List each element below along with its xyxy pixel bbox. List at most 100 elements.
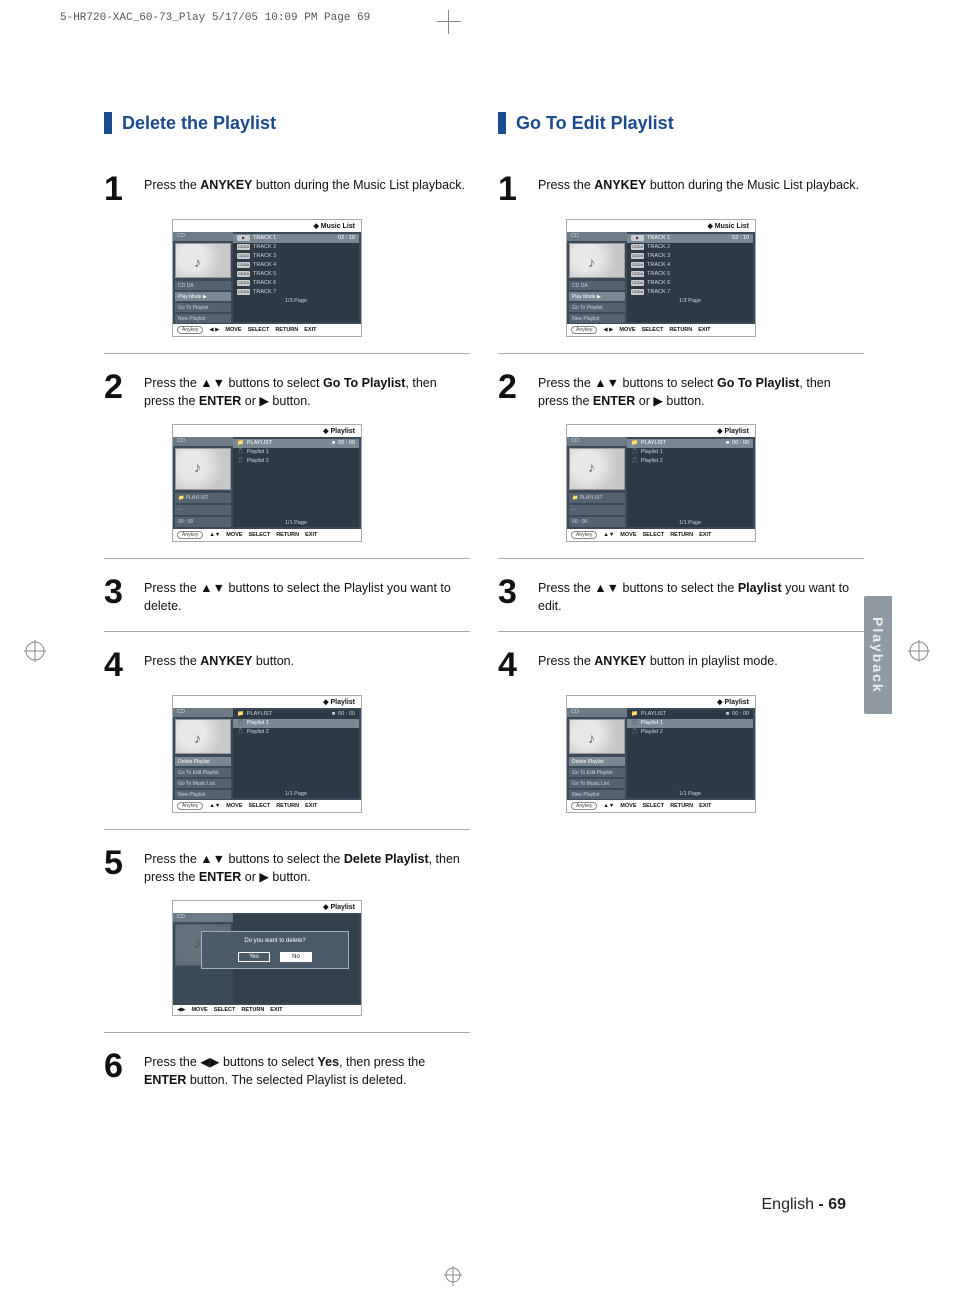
playlist-header: 📁 PLAYLIST■ 00 : 00	[233, 710, 359, 719]
folder-label: 📁 PLAYLIST	[175, 493, 231, 503]
track-row[interactable]: CDDATRACK 4	[233, 261, 359, 270]
step-number: 1	[104, 174, 132, 205]
track-row[interactable]: CDDATRACK 3	[627, 252, 753, 261]
track-row[interactable]: ▶TRACK 102 : 10	[233, 234, 359, 243]
shot-footer: Anykey ▲▼MOVE SELECT RETURN EXIT	[173, 800, 361, 812]
step-3: 3 Press the ▲▼ buttons to select the Pla…	[104, 577, 470, 615]
track-row[interactable]: CDDATRACK 5	[627, 270, 753, 279]
page-footer: English - 69	[762, 1196, 847, 1214]
menu-new-playlist[interactable]: New Playlist	[569, 790, 625, 799]
confirm-dialog: Do you want to delete? Yes No	[201, 931, 349, 969]
step-5: 5 Press the ▲▼ buttons to select the Del…	[104, 848, 470, 886]
page-tick-top	[437, 10, 461, 34]
screenshot-music-list: Music List CD CD DA Play Mode ▶ Go To Pl…	[566, 219, 756, 337]
shot-footer: Anykey ▲▼MOVE SELECT RETURN EXIT	[567, 800, 755, 812]
step-3: 3 Press the ▲▼ buttons to select the Pla…	[498, 577, 864, 615]
yes-button[interactable]: Yes	[238, 952, 270, 962]
disc-preview-icon	[569, 448, 625, 490]
print-header: 5-HR720-XAC_60-73_Play 5/17/05 10:09 PM …	[60, 12, 370, 24]
playlist-item[interactable]: 🎵 Playlist 2	[627, 728, 753, 737]
track-row[interactable]: ▶TRACK 102 : 10	[627, 234, 753, 243]
shot-title: Music List	[567, 220, 755, 232]
screenshot-anykey-menu: Playlist CD Delete Playlist Go To Edit P…	[172, 695, 362, 813]
step-number: 3	[498, 577, 526, 608]
label-disc: CD DA	[569, 281, 625, 290]
playlist-item[interactable]: 🎵 Playlist 2	[627, 457, 753, 466]
disc-preview-icon	[175, 719, 231, 754]
track-row[interactable]: CDDATRACK 6	[627, 279, 753, 288]
shot-title: Playlist	[173, 901, 361, 913]
menu-new-playlist[interactable]: New Playlist	[569, 314, 625, 323]
crop-mark-left	[24, 640, 46, 667]
track-row[interactable]: CDDATRACK 7	[233, 288, 359, 297]
step-text: Press the ▲▼ buttons to select the Playl…	[538, 577, 864, 615]
playlist-header: 📁 PLAYLIST■ 00 : 00	[627, 710, 753, 719]
playlist-item[interactable]: 🎵 Playlist 1	[627, 448, 753, 457]
menu-play-mode[interactable]: Play Mode ▶	[569, 292, 625, 301]
menu-goto-playlist[interactable]: Go To Playlist	[175, 303, 231, 312]
disc-preview-icon	[175, 448, 231, 490]
track-row[interactable]: CDDATRACK 3	[233, 252, 359, 261]
menu-goto-music-list[interactable]: Go To Music List	[569, 779, 625, 788]
heading-text: Delete the Playlist	[122, 113, 276, 134]
playlist-item[interactable]: 🎵 Playlist 1	[627, 719, 753, 728]
screenshot-playlist: Playlist CD 📁 PLAYLIST - - 00 : 00 📁 PLA…	[172, 424, 362, 542]
screenshot-delete-confirm: Playlist CD Do you want to delete? Yes N…	[172, 900, 362, 1016]
pager: 1/1 Page	[233, 790, 359, 798]
step-2: 2 Press the ▲▼ buttons to select Go To P…	[498, 372, 864, 410]
track-row[interactable]: CDDATRACK 6	[233, 279, 359, 288]
pager: 1/3 Page	[627, 297, 753, 305]
track-row[interactable]: CDDATRACK 2	[627, 243, 753, 252]
crop-mark-right	[908, 640, 930, 667]
menu-new-playlist[interactable]: New Playlist	[175, 314, 231, 323]
playlist-item[interactable]: 🎵 Playlist 1	[233, 719, 359, 728]
track-row[interactable]: CDDATRACK 7	[627, 288, 753, 297]
step-1: 1 Press the ANYKEY button during the Mus…	[104, 174, 470, 205]
step-number: 5	[104, 848, 132, 879]
menu-goto-edit-playlist[interactable]: Go To Edit Playlist	[569, 768, 625, 777]
shot-title: Playlist	[567, 425, 755, 437]
crop-mark-bottom	[444, 1266, 462, 1286]
heading-delete-playlist: Delete the Playlist	[104, 112, 470, 134]
play-icon: ▶	[237, 235, 250, 241]
step-text: Press the ▲▼ buttons to select Go To Pla…	[144, 372, 470, 410]
pager: 1/1 Page	[233, 519, 359, 527]
track-row[interactable]: CDDATRACK 2	[233, 243, 359, 252]
menu-delete-playlist[interactable]: Delete Playlist	[569, 757, 625, 766]
no-button[interactable]: No	[280, 952, 312, 962]
step-text: Press the ANYKEY button during the Music…	[538, 174, 859, 194]
dashes-label: - -	[569, 505, 625, 515]
track-row[interactable]: CDDATRACK 4	[627, 261, 753, 270]
shot-title: Music List	[173, 220, 361, 232]
pager: 1/1 Page	[627, 790, 753, 798]
step-number: 2	[104, 372, 132, 403]
step-6: 6 Press the ◀▶ buttons to select Yes, th…	[104, 1051, 470, 1089]
menu-goto-playlist[interactable]: Go To Playlist	[569, 303, 625, 312]
shot-footer: ◀▶MOVE SELECT RETURN EXIT	[173, 1005, 361, 1015]
menu-goto-music-list[interactable]: Go To Music List	[175, 779, 231, 788]
menu-play-mode[interactable]: Play Mode ▶	[175, 292, 231, 301]
playlist-item[interactable]: 🎵 Playlist 2	[233, 457, 359, 466]
time-label: 00 : 00	[175, 517, 231, 527]
shot-footer: Anykey ◀ ▶MOVE SELECT RETURN EXIT	[567, 324, 755, 336]
step-text: Press the ANYKEY button during the Music…	[144, 174, 465, 194]
confirm-question: Do you want to delete?	[206, 938, 344, 944]
screenshot-anykey-menu: Playlist CD Delete Playlist Go To Edit P…	[566, 695, 756, 813]
step-4: 4 Press the ANYKEY button in playlist mo…	[498, 650, 864, 681]
playlist-item[interactable]: 🎵 Playlist 2	[233, 728, 359, 737]
label-disc: CD DA	[175, 281, 231, 290]
dashes-label: - -	[175, 505, 231, 515]
playlist-item[interactable]: 🎵 Playlist 1	[233, 448, 359, 457]
menu-new-playlist[interactable]: New Playlist	[175, 790, 231, 799]
track-row[interactable]: CDDATRACK 5	[233, 270, 359, 279]
disc-preview-icon	[569, 243, 625, 278]
menu-goto-edit-playlist[interactable]: Go To Edit Playlist	[175, 768, 231, 777]
step-text: Press the ANYKEY button in playlist mode…	[538, 650, 778, 670]
section-tab-playback: Playback	[864, 596, 892, 714]
step-text: Press the ▲▼ buttons to select Go To Pla…	[538, 372, 864, 410]
heading-bar	[104, 112, 112, 134]
time-label: 00 : 00	[569, 517, 625, 527]
screenshot-playlist: Playlist CD 📁 PLAYLIST - - 00 : 00 📁 PLA…	[566, 424, 756, 542]
screenshot-music-list: Music List CD CD DA Play Mode ▶ Go To Pl…	[172, 219, 362, 337]
menu-delete-playlist[interactable]: Delete Playlist	[175, 757, 231, 766]
